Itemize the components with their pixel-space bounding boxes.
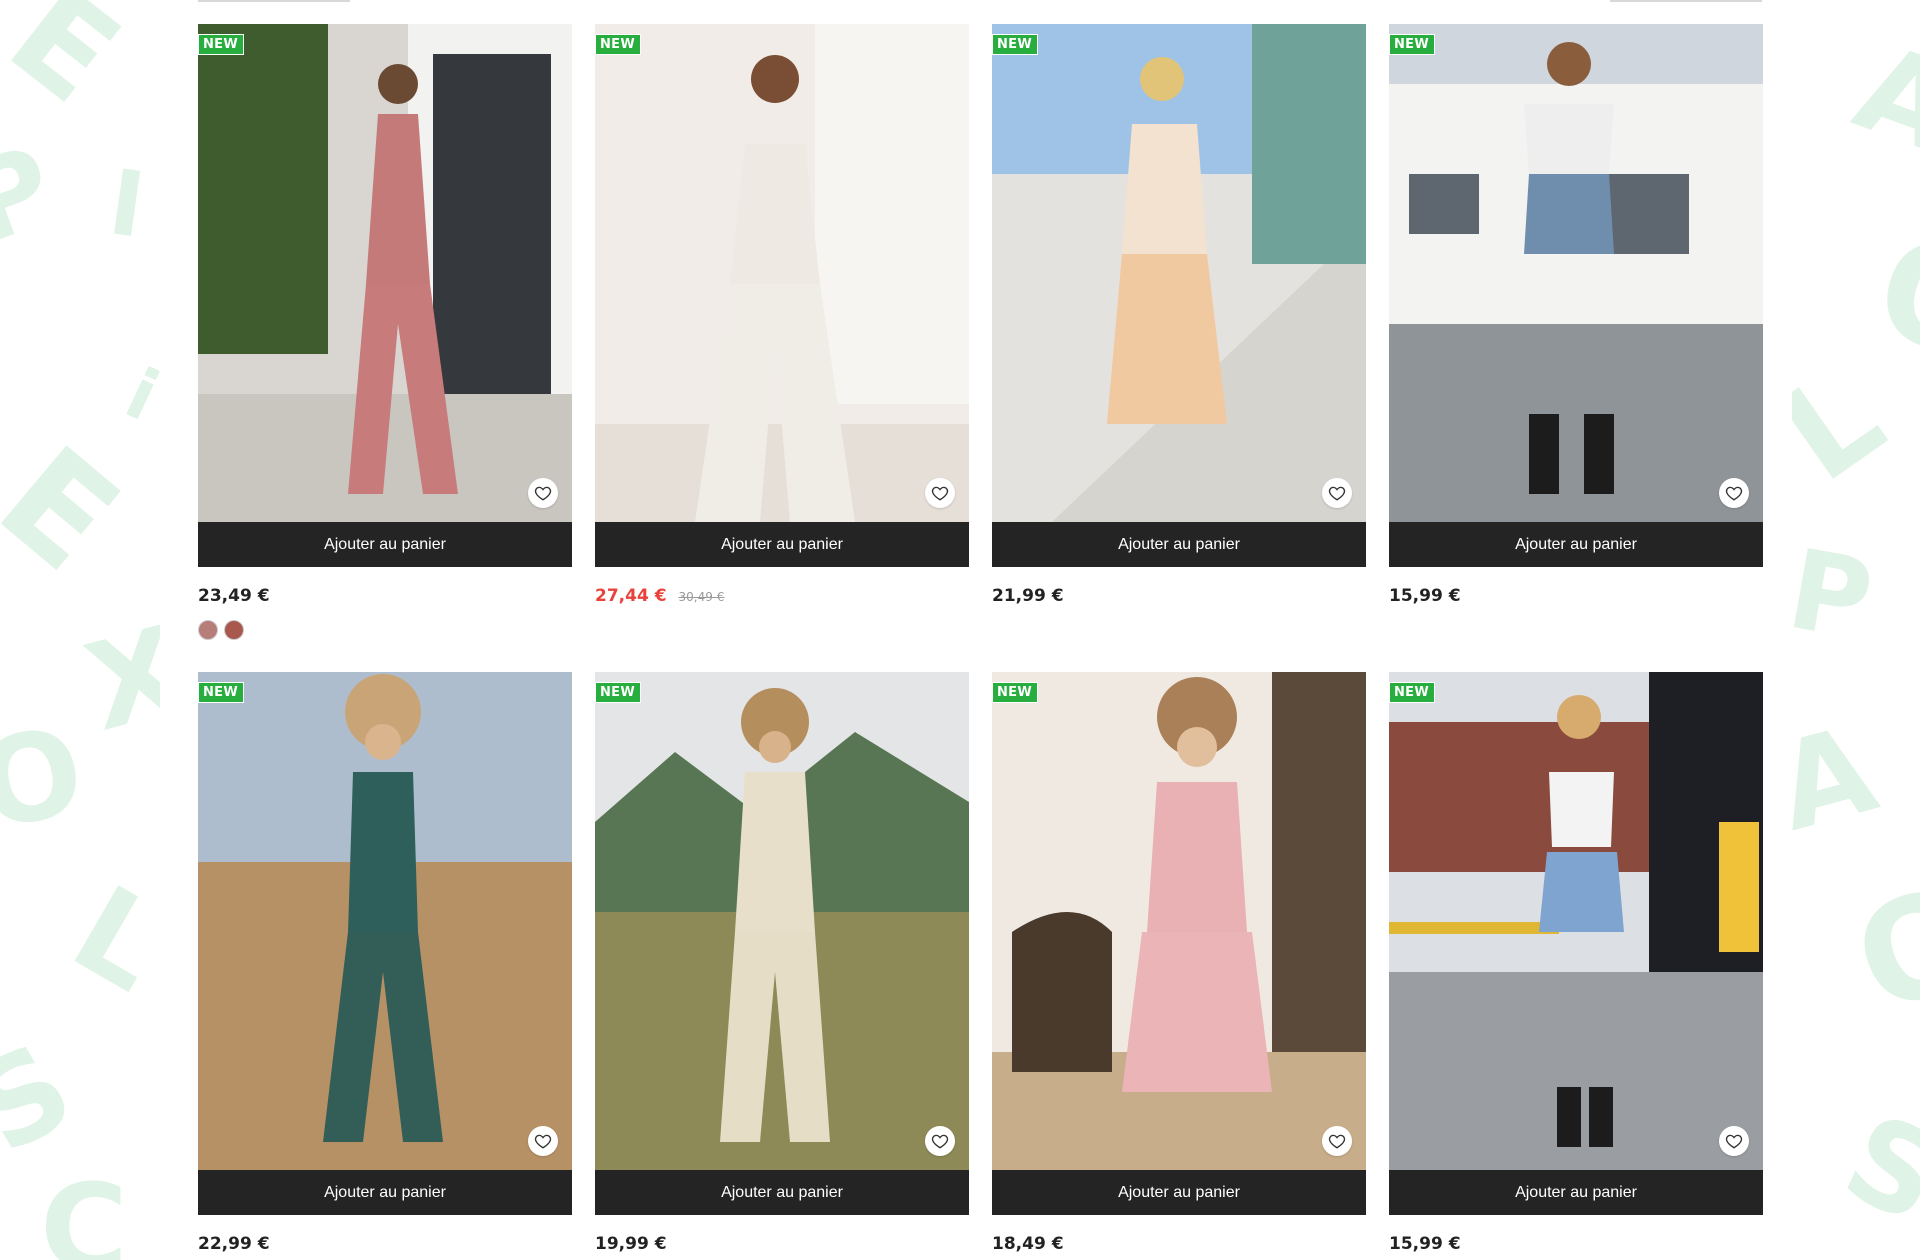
price: 15,99 € (1389, 586, 1461, 606)
product-card: NEW Ajouter au panier 15,99 € (1389, 672, 1763, 1260)
product-image-link[interactable]: NEW (595, 672, 969, 1170)
product-card: NEW Ajouter au panier 27,44 € 30,49 € (595, 24, 969, 672)
heart-icon (931, 1134, 949, 1149)
original-price: 30,49 € (678, 590, 725, 604)
new-badge: NEW (1389, 34, 1435, 55)
add-to-cart-button[interactable]: Ajouter au panier (1389, 522, 1763, 567)
product-photo[interactable] (1389, 672, 1763, 1170)
top-divider-left (198, 0, 350, 2)
product-image-link[interactable]: NEW (1389, 672, 1763, 1170)
product-photo[interactable] (595, 672, 969, 1170)
background-letter: P (0, 121, 71, 269)
new-badge: NEW (595, 682, 641, 703)
heart-icon (534, 486, 552, 501)
product-card: NEW Ajouter au panier 19,99 € (595, 672, 969, 1260)
price: 23,49 € (198, 586, 270, 606)
wishlist-button[interactable] (528, 1126, 558, 1156)
product-card: NEW Ajouter au panier 21,99 € (992, 24, 1366, 672)
product-photo[interactable] (198, 24, 572, 522)
product-image-link[interactable]: NEW (198, 672, 572, 1170)
price-row: 23,49 € (198, 586, 572, 608)
background-letter: S (0, 1017, 96, 1182)
heart-icon (1328, 486, 1346, 501)
add-to-cart-button[interactable]: Ajouter au panier (198, 1170, 572, 1215)
background-letter: C (40, 1160, 129, 1260)
add-to-cart-button[interactable]: Ajouter au panier (198, 522, 572, 567)
heart-icon (931, 486, 949, 501)
new-badge: NEW (992, 682, 1038, 703)
product-card: NEW Ajouter au panier 18,49 € (992, 672, 1366, 1260)
add-to-cart-button[interactable]: Ajouter au panier (595, 522, 969, 567)
background-letter: S (1824, 1088, 1920, 1251)
background-letter: E (0, 0, 147, 133)
new-badge: NEW (198, 34, 244, 55)
new-badge: NEW (595, 34, 641, 55)
product-photo[interactable] (595, 24, 969, 522)
sale-price: 27,44 € (595, 586, 667, 606)
price: 19,99 € (595, 1234, 667, 1254)
product-card: NEW Ajouter au panier 22,99 € (198, 672, 572, 1260)
price: 22,99 € (198, 1234, 270, 1254)
product-card: NEW Ajouter au panier 23,49 € (198, 24, 572, 672)
price-row: 21,99 € (992, 586, 1366, 608)
price-row: 18,49 € (992, 1234, 1366, 1256)
add-to-cart-button[interactable]: Ajouter au panier (1389, 1170, 1763, 1215)
wishlist-button[interactable] (925, 478, 955, 508)
product-photo[interactable] (992, 672, 1366, 1170)
product-photo[interactable] (992, 24, 1366, 522)
heart-icon (1328, 1134, 1346, 1149)
price: 18,49 € (992, 1234, 1064, 1254)
product-photo[interactable] (198, 672, 572, 1170)
new-badge: NEW (1389, 682, 1435, 703)
price: 21,99 € (992, 586, 1064, 606)
price: 15,99 € (1389, 1234, 1461, 1254)
color-swatch[interactable] (224, 620, 244, 640)
price-row: 19,99 € (595, 1234, 969, 1256)
background-letter: E (0, 416, 148, 603)
heart-icon (534, 1134, 552, 1149)
new-badge: NEW (992, 34, 1038, 55)
product-card: NEW Ajouter au panier 15,99 € (1389, 24, 1763, 672)
color-swatches (198, 620, 572, 640)
wishlist-button[interactable] (925, 1126, 955, 1156)
heart-icon (1725, 486, 1743, 501)
product-photo[interactable] (1389, 24, 1763, 522)
product-image-link[interactable]: NEW (198, 24, 572, 522)
heart-icon (1725, 1134, 1743, 1149)
price-row: 22,99 € (198, 1234, 572, 1256)
top-divider-right (1610, 0, 1762, 2)
product-image-link[interactable]: NEW (595, 24, 969, 522)
new-badge: NEW (198, 682, 244, 703)
background-letter: I (102, 150, 151, 259)
add-to-cart-button[interactable]: Ajouter au panier (992, 522, 1366, 567)
background-letter: A (1839, 18, 1920, 181)
price-row: 15,99 € (1389, 1234, 1763, 1256)
wishlist-button[interactable] (1719, 1126, 1749, 1156)
product-image-link[interactable]: NEW (1389, 24, 1763, 522)
wishlist-button[interactable] (1719, 478, 1749, 508)
background-letter: O (1861, 205, 1920, 394)
add-to-cart-button[interactable]: Ajouter au panier (595, 1170, 969, 1215)
wishlist-button[interactable] (1322, 478, 1352, 508)
product-grid: NEW Ajouter au panier 23,49 € NEW Ajoute… (198, 24, 1763, 1260)
background-letter: O (0, 702, 94, 857)
wishlist-button[interactable] (528, 478, 558, 508)
background-letter: O (1835, 852, 1920, 1047)
color-swatch[interactable] (198, 620, 218, 640)
product-image-link[interactable]: NEW (992, 672, 1366, 1170)
price-row: 15,99 € (1389, 586, 1763, 608)
wishlist-button[interactable] (1322, 1126, 1352, 1156)
product-image-link[interactable]: NEW (992, 24, 1366, 522)
price-row: 27,44 € 30,49 € (595, 586, 969, 608)
background-letter: P (1779, 524, 1882, 666)
add-to-cart-button[interactable]: Ajouter au panier (992, 1170, 1366, 1215)
